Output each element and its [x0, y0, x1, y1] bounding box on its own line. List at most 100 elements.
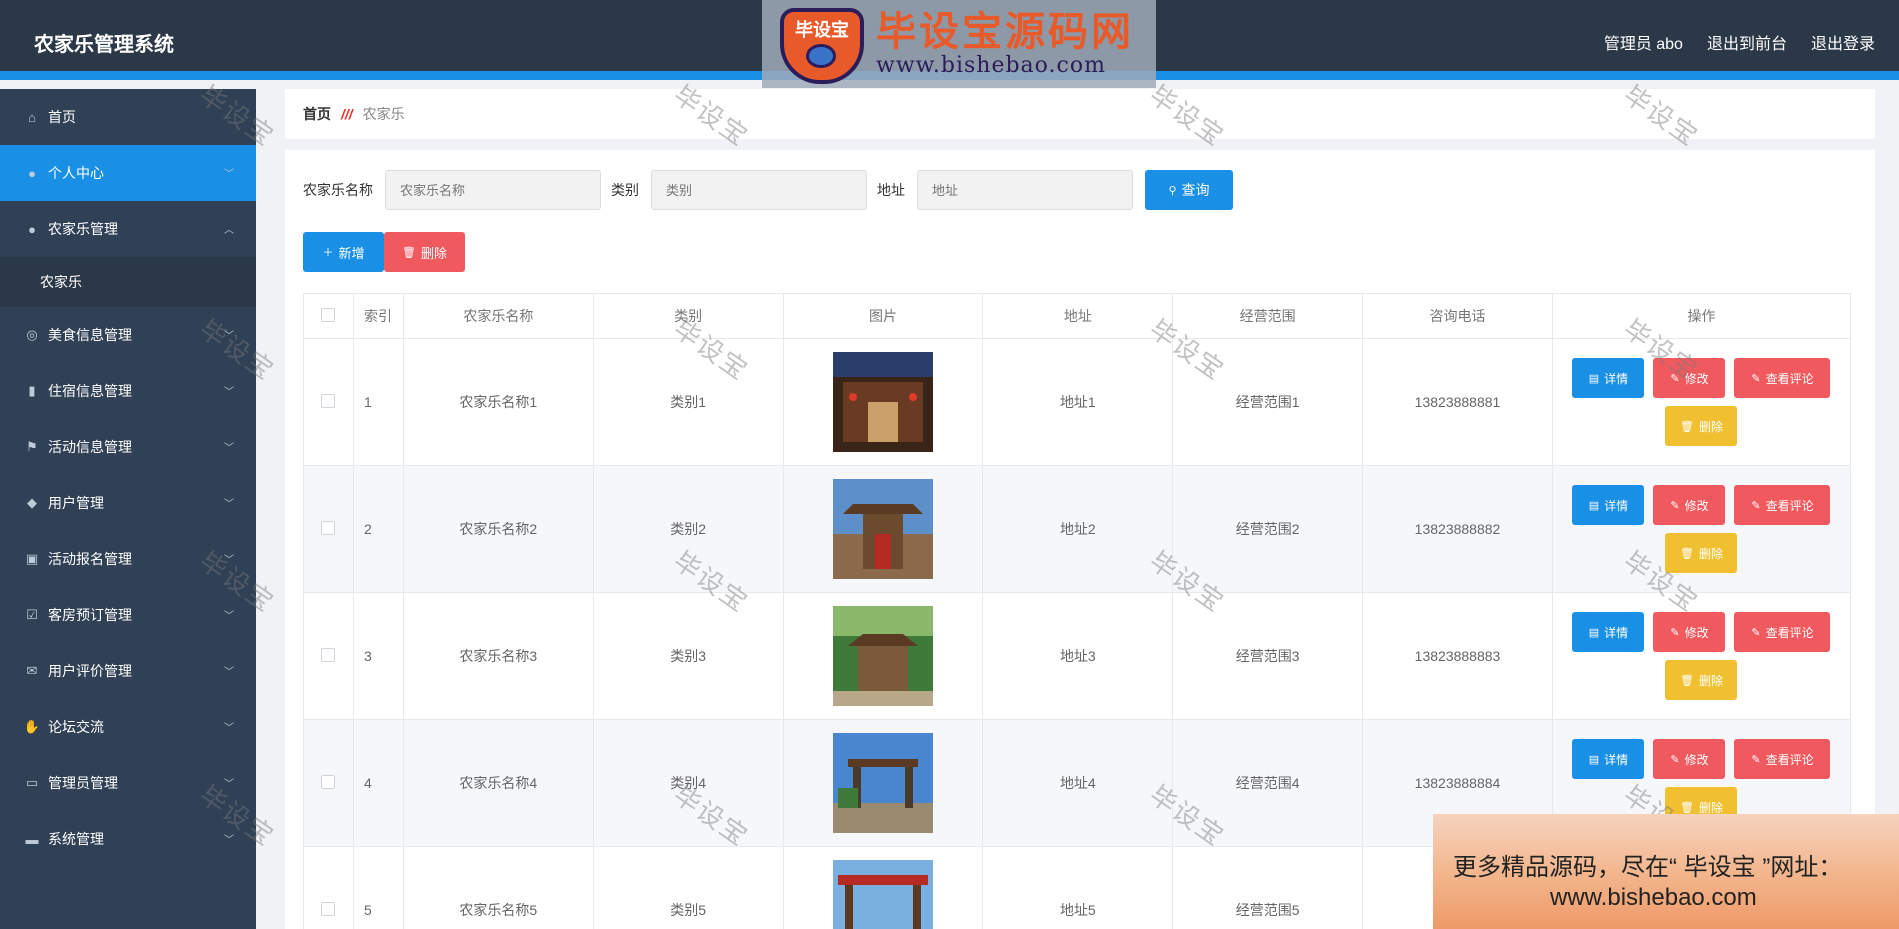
trash-icon: 🗑 — [1679, 801, 1694, 814]
edit-button[interactable]: ✎ 修改 — [1653, 739, 1726, 779]
row-actions: ▤ 详情 ✎ 修改 ✎ 查看评论 🗑 删除 — [1566, 612, 1836, 700]
home-icon: ⌂ — [28, 109, 36, 125]
cell-address: 地址1 — [982, 338, 1174, 466]
sidebar-item-food[interactable]: ◎ 美食信息管理 ﹀ — [0, 307, 256, 363]
edit-button[interactable]: ✎ 修改 — [1653, 358, 1726, 398]
chevron-down-icon: ﹀ — [224, 723, 234, 734]
promo-banner: 更多精品源码，尽在“ 毕设宝 ”网址： www.bishebao.com — [1433, 814, 1899, 929]
action-bar: ＋ 新增 🗑 删除 — [303, 232, 465, 272]
delete-button[interactable]: 🗑 删除 — [1665, 533, 1738, 573]
chevron-up-icon: ︿ — [224, 225, 234, 236]
sidebar-item-system[interactable]: ▬ 系统管理 ﹀ — [0, 811, 256, 867]
cell-phone: 13823888882 — [1362, 465, 1553, 593]
col-header-image: 图片 — [782, 293, 984, 339]
sidebar-item-profile[interactable]: ● 个人中心 ﹀ — [0, 145, 256, 201]
farmhouse-photo — [832, 352, 933, 452]
sidebar-item-lodging[interactable]: ▮ 住宿信息管理 ﹀ — [0, 363, 256, 419]
cell-type: 类别4 — [592, 719, 784, 847]
site-logo-watermark: 毕设宝 毕设宝源码网 www.bishebao.com — [762, 0, 1156, 88]
delete-button[interactable]: 🗑 删除 — [1665, 660, 1738, 700]
compass-icon: ◎ — [26, 327, 38, 342]
row-checkbox[interactable] — [321, 774, 336, 789]
row-checkbox[interactable] — [321, 393, 336, 408]
type-filter-input[interactable] — [651, 170, 867, 210]
col-header-name: 农家乐名称 — [402, 293, 594, 339]
edit-button[interactable]: ✎ 修改 — [1653, 612, 1726, 652]
sidebar-item-farmhouse-mgmt[interactable]: ● 农家乐管理 ︿ — [0, 201, 256, 257]
sidebar-item-signup[interactable]: ▣ 活动报名管理 ﹀ — [0, 531, 256, 587]
trash-icon: 🗑 — [1679, 674, 1694, 687]
cell-address: 地址5 — [982, 846, 1174, 929]
sidebar-item-label: 用户评价管理 — [48, 663, 132, 679]
add-button[interactable]: ＋ 新增 — [303, 232, 384, 272]
admin-user-label[interactable]: 管理员 abo — [1604, 30, 1683, 54]
badge-logo-icon: 毕设宝 — [774, 0, 870, 88]
address-filter-input[interactable] — [917, 170, 1133, 210]
exit-to-front-link[interactable]: 退出到前台 — [1707, 30, 1787, 54]
badge-text: 毕设宝 — [795, 20, 849, 40]
edit-button[interactable]: ✎ 修改 — [1653, 485, 1726, 525]
detail-button[interactable]: ▤ 详情 — [1572, 358, 1645, 398]
logo-url: www.bishebao.com — [876, 53, 1106, 78]
view-reviews-button[interactable]: ✎ 查看评论 — [1734, 358, 1831, 398]
breadcrumb-current: 农家乐 — [362, 106, 405, 122]
cell-index: 4 — [352, 719, 404, 847]
select-all-checkbox[interactable] — [321, 307, 336, 322]
batch-delete-button[interactable]: 🗑 删除 — [384, 232, 465, 272]
cell-address: 地址4 — [982, 719, 1174, 847]
cell-phone: 13823888881 — [1362, 338, 1553, 466]
pencil-icon: ✎ — [1670, 499, 1680, 512]
cell-index: 3 — [352, 592, 404, 720]
cell-name: 农家乐名称3 — [402, 592, 594, 720]
table-row: 1 农家乐名称1 类别1 地址1 经营范围1 13823888881 ▤详情 — [303, 338, 1852, 466]
sidebar-item-label: 住宿信息管理 — [48, 383, 132, 399]
farmhouse-photo — [832, 733, 933, 833]
row-checkbox[interactable] — [321, 520, 336, 535]
view-reviews-button[interactable]: ✎ 查看评论 — [1734, 612, 1831, 652]
pencil-icon: ✎ — [1751, 626, 1761, 639]
view-reviews-button[interactable]: ✎ 查看评论 — [1734, 485, 1831, 525]
sidebar-item-forum[interactable]: ✋ 论坛交流 ﹀ — [0, 699, 256, 755]
clipboard-icon: ▣ — [25, 551, 39, 566]
sidebar-item-label: 用户管理 — [48, 495, 104, 511]
sidebar-item-activity[interactable]: ⚑ 活动信息管理 ﹀ — [0, 419, 256, 475]
breadcrumb: 首页 /// 农家乐 — [285, 89, 1875, 139]
sidebar: ⌂ 首页 ● 个人中心 ﹀ ● 农家乐管理 ︿ 农家乐 ◎ 美食信息管理 ﹀ ▮… — [0, 89, 256, 929]
logout-link[interactable]: 退出登录 — [1811, 30, 1875, 54]
name-filter-input[interactable] — [385, 170, 601, 210]
sidebar-subitem-farmhouse[interactable]: 农家乐 — [0, 257, 256, 307]
sidebar-item-admins[interactable]: ▭ 管理员管理 ﹀ — [0, 755, 256, 811]
delete-button[interactable]: 🗑 删除 — [1665, 406, 1738, 446]
trash-icon: 🗑 — [402, 246, 416, 259]
sidebar-item-reviews[interactable]: ✉ 用户评价管理 ﹀ — [0, 643, 256, 699]
sidebar-item-home[interactable]: ⌂ 首页 — [0, 89, 256, 145]
table-row: 2 农家乐名称2 类别2 地址2 经营范围2 13823888882 ▤详情 — [303, 465, 1852, 593]
row-checkbox[interactable] — [321, 901, 336, 916]
chevron-down-icon: ﹀ — [224, 667, 234, 678]
row-checkbox[interactable] — [321, 647, 336, 662]
logo-title: 毕设宝源码网 — [876, 9, 1134, 55]
farmhouse-photo — [832, 860, 933, 929]
search-icon: ⚲ — [1168, 184, 1177, 197]
detail-button[interactable]: ▤ 详情 — [1572, 739, 1645, 779]
sidebar-item-users[interactable]: ◆ 用户管理 ﹀ — [0, 475, 256, 531]
chevron-down-icon: ﹀ — [224, 387, 234, 398]
sidebar-item-booking[interactable]: ☑ 客房预订管理 ﹀ — [0, 587, 256, 643]
col-header-actions: 操作 — [1551, 293, 1852, 339]
main-content: 农家乐名称 类别 地址 ⚲ 查询 ＋ 新增 🗑 删除 索引 农家乐名称 — [285, 150, 1875, 929]
cell-index: 2 — [352, 465, 404, 593]
breadcrumb-home[interactable]: 首页 — [303, 104, 331, 124]
sidebar-item-label: 美食信息管理 — [48, 327, 132, 343]
detail-button[interactable]: ▤ 详情 — [1572, 485, 1645, 525]
chevron-down-icon: ﹀ — [224, 499, 234, 510]
chat-icon: ▭ — [25, 775, 39, 790]
chevron-down-icon: ﹀ — [224, 611, 234, 622]
view-reviews-button[interactable]: ✎ 查看评论 — [1734, 739, 1831, 779]
chevron-down-icon: ﹀ — [224, 779, 234, 790]
detail-button[interactable]: ▤ 详情 — [1572, 612, 1645, 652]
user-icon: ● — [28, 165, 36, 181]
top-nav: 管理员 abo 退出到前台 退出登录 — [1604, 30, 1875, 54]
farmhouse-photo — [832, 479, 933, 579]
pin-icon: ◆ — [27, 495, 37, 510]
query-button[interactable]: ⚲ 查询 — [1145, 170, 1233, 210]
